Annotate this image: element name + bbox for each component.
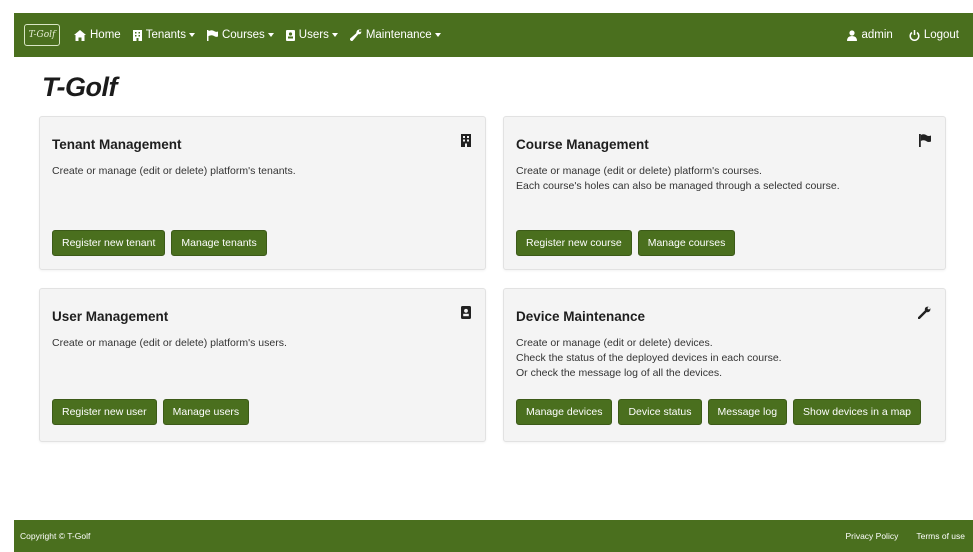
chevron-down-icon bbox=[188, 33, 195, 37]
logout-label: Logout bbox=[923, 29, 959, 41]
nav-user-area: admin Logout bbox=[847, 29, 959, 41]
chevron-down-icon bbox=[434, 33, 441, 37]
nav-home[interactable]: Home bbox=[74, 29, 121, 41]
id-card-icon bbox=[461, 306, 471, 319]
terms-of-use-link[interactable]: Terms of use bbox=[916, 531, 965, 541]
user-icon bbox=[847, 29, 858, 41]
card-description: Create or manage (edit or delete) platfo… bbox=[516, 164, 840, 194]
card-description: Create or manage (edit or delete) platfo… bbox=[52, 164, 296, 179]
nav-home-label: Home bbox=[90, 29, 121, 41]
nav-maintenance-label: Maintenance bbox=[365, 29, 432, 41]
nav-user-admin[interactable]: admin bbox=[847, 29, 893, 41]
copyright-text: Copyright © T-Golf bbox=[20, 531, 91, 541]
building-icon bbox=[461, 134, 471, 147]
course-management-card: Course Management Create or manage (edit… bbox=[503, 116, 946, 270]
description-line: Create or manage (edit or delete) platfo… bbox=[52, 165, 296, 177]
description-line: Create or manage (edit or delete) platfo… bbox=[516, 165, 762, 177]
nav-user-label: admin bbox=[861, 29, 893, 41]
manage-devices-button[interactable]: Manage devices bbox=[516, 399, 613, 425]
footer-links: Privacy Policy Terms of use bbox=[845, 531, 965, 541]
chevron-down-icon bbox=[267, 33, 274, 37]
flag-icon bbox=[919, 134, 931, 147]
user-management-card: User Management Create or manage (edit o… bbox=[39, 288, 486, 442]
chevron-down-icon bbox=[331, 33, 338, 37]
nav-users-dropdown[interactable]: Users bbox=[285, 29, 338, 41]
message-log-button[interactable]: Message log bbox=[707, 399, 788, 425]
card-title: User Management bbox=[52, 309, 169, 324]
nav-users-label: Users bbox=[298, 29, 329, 41]
register-new-tenant-button[interactable]: Register new tenant bbox=[52, 230, 166, 256]
device-status-button[interactable]: Device status bbox=[618, 399, 702, 425]
description-line: Create or manage (edit or delete) device… bbox=[516, 337, 713, 349]
brand-logo[interactable]: T-Golf bbox=[24, 24, 60, 46]
card-description: Create or manage (edit or delete) device… bbox=[516, 336, 782, 381]
tenant-management-card: Tenant Management Create or manage (edit… bbox=[39, 116, 486, 270]
power-icon bbox=[909, 29, 920, 41]
manage-tenants-button[interactable]: Manage tenants bbox=[171, 230, 267, 256]
card-description: Create or manage (edit or delete) platfo… bbox=[52, 336, 287, 351]
description-line: Create or manage (edit or delete) platfo… bbox=[52, 337, 287, 349]
footer: Copyright © T-Golf Privacy Policy Terms … bbox=[14, 520, 973, 552]
card-title: Course Management bbox=[516, 137, 649, 152]
privacy-policy-link[interactable]: Privacy Policy bbox=[845, 531, 898, 541]
nav-maintenance-dropdown[interactable]: Maintenance bbox=[349, 29, 441, 41]
flag-icon bbox=[206, 29, 218, 41]
building-icon bbox=[132, 29, 142, 41]
nav-courses-dropdown[interactable]: Courses bbox=[206, 29, 274, 41]
logout-button[interactable]: Logout bbox=[909, 29, 959, 41]
top-navbar: T-Golf Home Tenants Courses Users Mainte… bbox=[14, 13, 973, 57]
card-actions: Register new tenant Manage tenants bbox=[52, 230, 267, 256]
page: T-Golf Home Tenants Courses Users Mainte… bbox=[0, 0, 973, 552]
manage-users-button[interactable]: Manage users bbox=[162, 399, 250, 425]
card-actions: Register new course Manage courses bbox=[516, 230, 736, 256]
manage-courses-button[interactable]: Manage courses bbox=[637, 230, 736, 256]
card-title: Device Maintenance bbox=[516, 309, 646, 324]
description-line: Or check the message log of all the devi… bbox=[516, 367, 723, 379]
card-title: Tenant Management bbox=[52, 137, 182, 152]
home-icon bbox=[74, 29, 86, 41]
wrench-icon bbox=[349, 29, 362, 41]
nav-courses-label: Courses bbox=[221, 29, 265, 41]
register-new-user-button[interactable]: Register new user bbox=[52, 399, 157, 425]
description-line: Check the status of the deployed devices… bbox=[516, 352, 782, 364]
nav-menu: Home Tenants Courses Users Maintenance bbox=[74, 29, 441, 41]
card-actions: Manage devices Device status Message log… bbox=[516, 399, 922, 425]
id-card-icon bbox=[285, 29, 295, 41]
register-new-course-button[interactable]: Register new course bbox=[516, 230, 632, 256]
nav-tenants-label: Tenants bbox=[145, 29, 186, 41]
wrench-icon bbox=[918, 306, 931, 319]
description-line: Each course's holes can also be managed … bbox=[516, 180, 840, 192]
card-actions: Register new user Manage users bbox=[52, 399, 250, 425]
page-title: T-Golf bbox=[42, 72, 117, 102]
show-devices-map-button[interactable]: Show devices in a map bbox=[793, 399, 922, 425]
device-maintenance-card: Device Maintenance Create or manage (edi… bbox=[503, 288, 946, 442]
nav-tenants-dropdown[interactable]: Tenants bbox=[132, 29, 195, 41]
